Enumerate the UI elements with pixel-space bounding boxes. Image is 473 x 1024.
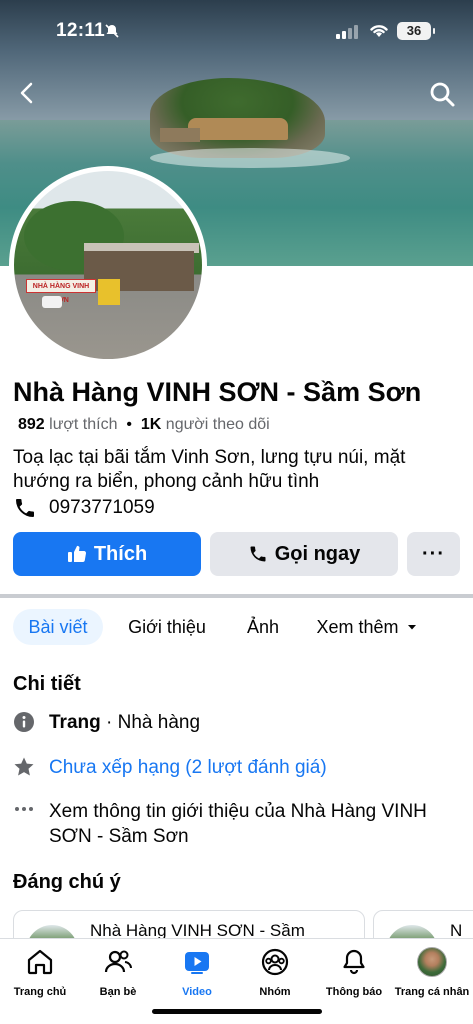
detail-rating[interactable]: Chưa xếp hạng (2 lượt đánh giá) — [13, 755, 463, 780]
nav-video-label: Video — [182, 986, 212, 998]
stats-separator: • — [121, 416, 141, 433]
category-type: Trang — [49, 712, 101, 733]
nav-notifications-label: Thông báo — [325, 986, 383, 998]
likes-count: 892 — [18, 416, 45, 433]
section-divider — [0, 594, 473, 598]
notable-heading: Đáng chú ý — [13, 871, 121, 893]
detail-see-about[interactable]: Xem thông tin giới thiệu của Nhà Hàng VI… — [13, 799, 463, 849]
nav-profile[interactable]: Trang cá nhân — [392, 947, 472, 998]
chevron-left-icon — [20, 82, 33, 104]
avatar-photo: NHÀ HÀNG VINH SƠN — [14, 171, 202, 359]
bell-icon — [343, 949, 365, 975]
avatar-restaurant-sign: NHÀ HÀNG VINH SƠN — [26, 279, 96, 304]
nav-notifications[interactable]: Thông báo — [314, 947, 394, 998]
cover-hut-small — [160, 128, 200, 142]
tab-see-more-label: Xem thêm — [316, 616, 399, 637]
groups-icon — [261, 948, 289, 976]
star-icon — [14, 757, 34, 776]
nav-home[interactable]: Trang chủ — [0, 947, 80, 998]
nav-friends[interactable]: Bạn bè — [78, 947, 158, 998]
thumbs-up-icon — [67, 545, 86, 563]
tab-posts[interactable]: Bài viết — [13, 609, 103, 645]
more-actions-button[interactable]: ··· — [407, 532, 460, 576]
followers-label: người theo dõi — [165, 416, 270, 433]
page-title: Nhà Hàng VINH SƠN - Sầm Sơn — [13, 377, 422, 407]
category-name: · Nhà hàng — [100, 712, 201, 733]
home-indicator — [152, 1009, 322, 1014]
nav-friends-label: Bạn bè — [99, 986, 137, 998]
nav-video[interactable]: Video — [157, 947, 237, 998]
page-stats[interactable]: 892 lượt thích • 1K người theo dõi — [18, 416, 270, 434]
profile-avatar — [417, 947, 447, 977]
home-icon — [27, 949, 53, 975]
phone-icon — [250, 546, 266, 562]
more-horizontal-icon — [15, 807, 33, 811]
mute-bell-icon — [104, 23, 120, 42]
search-button[interactable] — [428, 80, 456, 108]
phone-icon — [16, 499, 34, 517]
avatar-car — [42, 296, 62, 308]
friends-icon — [104, 950, 133, 973]
see-about-text: Xem thông tin giới thiệu của Nhà Hàng VI… — [49, 801, 427, 847]
details-heading: Chi tiết — [13, 673, 81, 695]
battery-indicator: 36 — [397, 22, 435, 40]
tab-photos[interactable]: Ảnh — [238, 609, 288, 645]
status-time: 12:11 — [56, 20, 106, 41]
rating-link[interactable]: Chưa xếp hạng (2 lượt đánh giá) — [49, 755, 327, 780]
likes-label: lượt thích — [49, 416, 118, 433]
detail-category: Trang · Nhà hàng — [13, 710, 463, 735]
phone-number: 0973771059 — [49, 497, 155, 518]
caret-down-icon — [407, 625, 416, 630]
call-button-label: Gọi ngay — [274, 542, 361, 565]
nav-home-label: Trang chủ — [13, 986, 67, 998]
like-button-label: Thích — [93, 542, 148, 565]
call-now-button[interactable]: Gọi ngay — [210, 532, 398, 576]
page-bio: Toạ lạc tại bãi tắm Vinh Sơn, lưng tựu n… — [13, 447, 406, 492]
search-icon — [430, 82, 455, 107]
followers-count: 1K — [140, 416, 162, 433]
page-phone[interactable]: 0973771059 — [13, 496, 155, 520]
wifi-icon — [370, 25, 388, 37]
tab-see-more[interactable]: Xem thêm — [310, 609, 425, 645]
cover-foam — [150, 148, 350, 168]
nav-groups-label: Nhóm — [259, 986, 291, 998]
video-icon — [185, 952, 209, 974]
page-avatar[interactable]: NHÀ HÀNG VINH SƠN — [9, 166, 207, 364]
cellular-signal-icon — [336, 25, 360, 39]
avatar-yellow-sign — [98, 279, 120, 305]
back-button[interactable] — [14, 80, 40, 106]
tab-about[interactable]: Giới thiệu — [118, 609, 216, 645]
info-icon — [14, 712, 34, 732]
status-bar: 12:11 36 — [0, 0, 473, 60]
cover-hut — [188, 118, 288, 140]
nav-profile-label: Trang cá nhân — [394, 986, 470, 998]
nav-groups[interactable]: Nhóm — [235, 947, 315, 998]
like-button[interactable]: Thích — [13, 532, 201, 576]
more-dots-icon: ··· — [422, 542, 445, 565]
